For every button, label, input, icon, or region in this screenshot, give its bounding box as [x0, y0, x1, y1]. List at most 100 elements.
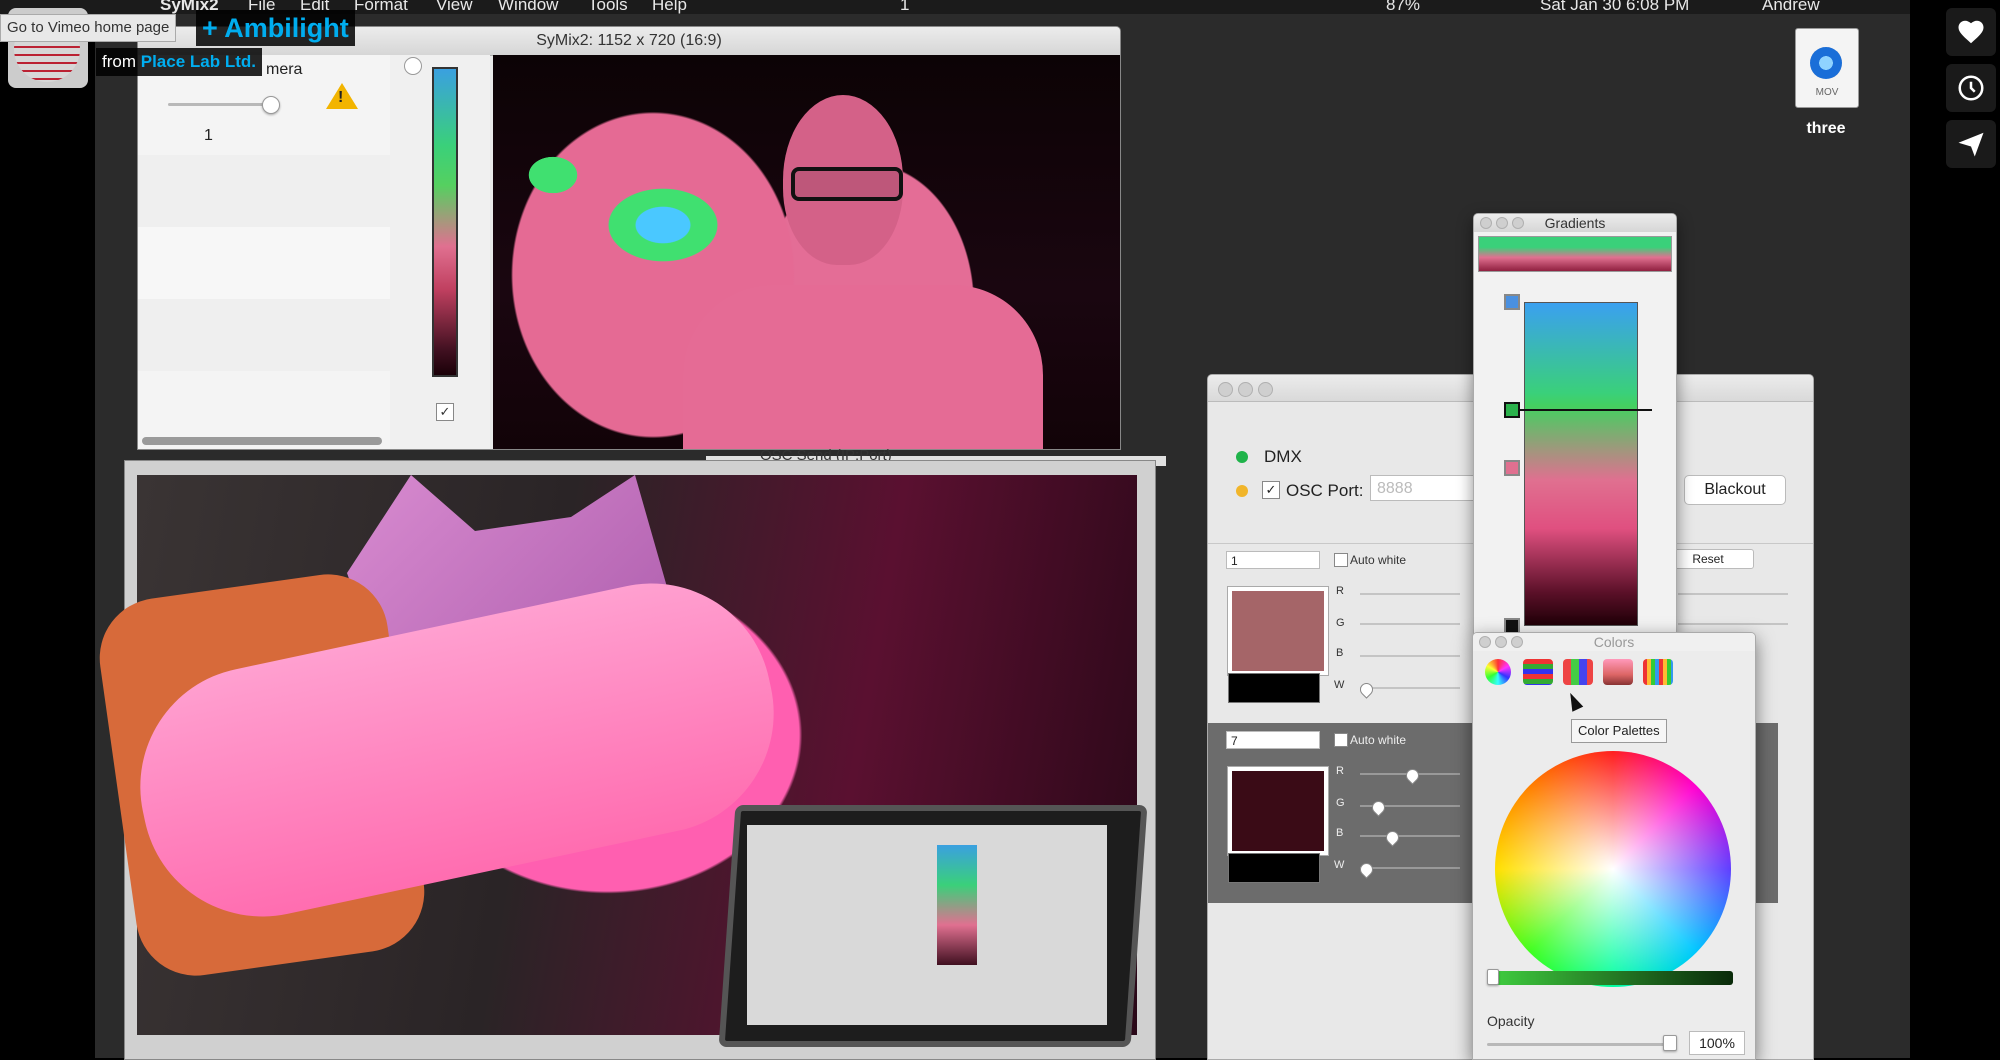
color-wheel[interactable]: [1495, 751, 1731, 987]
send-icon: [1958, 132, 1984, 157]
gradient-preview[interactable]: [1478, 236, 1672, 272]
w-slider-knob[interactable]: [1357, 860, 1376, 879]
menu-window[interactable]: Window: [498, 0, 558, 14]
menu-help[interactable]: Help: [652, 0, 687, 14]
menu-user[interactable]: Andrew: [1762, 0, 1820, 14]
gradient-editor[interactable]: [1524, 302, 1638, 626]
vimeo-home-tooltip: Go to Vimeo home page: [0, 14, 177, 42]
heart-icon: [1958, 20, 1984, 44]
symix-window: SyMix2: 1152 x 720 (16:9) mera ! 1 ✓: [137, 26, 1121, 450]
white-swatch[interactable]: [1228, 853, 1320, 883]
vertical-slider-knob[interactable]: [404, 57, 422, 75]
battery-status[interactable]: 87%: [1386, 0, 1420, 14]
osc-port-field[interactable]: 8888: [1370, 475, 1480, 501]
auto-white-checkbox[interactable]: [1334, 553, 1348, 567]
gradient-stop[interactable]: [1504, 294, 1520, 310]
video-byline: from Place Lab Ltd.: [96, 48, 262, 76]
zoom-button[interactable]: [1511, 636, 1523, 648]
image-palettes-icon[interactable]: [1603, 659, 1633, 685]
menu-tools[interactable]: Tools: [588, 0, 628, 14]
brightness-knob[interactable]: [1487, 969, 1499, 985]
w-label: W: [1334, 679, 1345, 691]
r-slider[interactable]: [1360, 593, 1460, 595]
watch-later-button[interactable]: [1946, 64, 1996, 112]
white-swatch[interactable]: [1228, 673, 1320, 703]
color-swatch[interactable]: [1227, 766, 1329, 856]
share-button[interactable]: [1946, 120, 1996, 168]
close-button[interactable]: [1480, 217, 1492, 229]
osc-checkbox[interactable]: ✓: [1262, 481, 1280, 499]
horizontal-scrollbar[interactable]: [142, 437, 382, 445]
list-row: [138, 155, 390, 227]
sync-count[interactable]: 1: [900, 0, 909, 14]
zoom-button[interactable]: [1258, 382, 1273, 397]
opacity-knob[interactable]: [1663, 1035, 1677, 1051]
camera-feed: [493, 55, 1120, 449]
list-row: [138, 227, 390, 299]
byline-prefix: from: [102, 52, 136, 71]
file-name[interactable]: three: [1790, 120, 1862, 138]
like-button[interactable]: [1946, 8, 1996, 56]
color-swatch[interactable]: [1227, 586, 1329, 676]
laptop-screen: [747, 825, 1107, 1025]
zoom-button[interactable]: [1512, 217, 1524, 229]
minimize-button[interactable]: [1495, 636, 1507, 648]
w-slider[interactable]: [1360, 867, 1460, 869]
menu-clock[interactable]: Sat Jan 30 6:08 PM: [1540, 0, 1689, 14]
menu-format[interactable]: Format: [354, 0, 408, 14]
channel-field[interactable]: 1: [1226, 551, 1320, 569]
video-title[interactable]: + Ambilight: [196, 10, 355, 46]
gradient-stop-selected[interactable]: [1504, 402, 1520, 418]
auto-white-checkbox[interactable]: [1334, 733, 1348, 747]
b-label: B: [1336, 647, 1344, 659]
gradient-checkbox[interactable]: ✓: [436, 403, 454, 421]
osc-status-dot: [1236, 485, 1248, 497]
b-label: B: [1336, 827, 1344, 839]
r-label: R: [1336, 765, 1344, 777]
settings-panel: [138, 55, 391, 449]
laptop-gradient: [937, 845, 977, 965]
gradient-bar[interactable]: [432, 67, 458, 377]
slider-value: 1: [204, 127, 213, 144]
quicktime-icon: [1810, 47, 1842, 79]
selected-stop-line: [1512, 409, 1652, 411]
g-label: G: [1336, 797, 1345, 809]
close-button[interactable]: [1218, 382, 1233, 397]
close-button[interactable]: [1479, 636, 1491, 648]
auto-white-label: Auto white: [1350, 733, 1407, 747]
brightness-slider[interactable]: [1487, 971, 1733, 985]
channel-link[interactable]: Place Lab Ltd.: [141, 52, 256, 71]
dmx-label: DMX: [1264, 447, 1302, 466]
menu-view[interactable]: View: [436, 0, 473, 14]
gradients-window: Gradients: [1473, 213, 1677, 635]
minimize-button[interactable]: [1238, 382, 1253, 397]
g-slider-knob[interactable]: [1369, 798, 1388, 817]
camera-slider-knob[interactable]: [262, 96, 280, 114]
blackout-button[interactable]: Blackout: [1684, 475, 1786, 505]
mov-file-icon[interactable]: MOV: [1795, 28, 1859, 108]
color-palettes-icon[interactable]: [1563, 659, 1593, 685]
r-slider-right[interactable]: [1678, 593, 1788, 595]
color-sliders-icon[interactable]: [1523, 659, 1553, 685]
r-slider-knob[interactable]: [1403, 766, 1422, 785]
camera-label: mera: [266, 61, 303, 78]
pencils-icon[interactable]: [1643, 659, 1673, 685]
b-slider-knob[interactable]: [1383, 828, 1402, 847]
w-label: W: [1334, 859, 1345, 871]
b-slider[interactable]: [1360, 835, 1460, 837]
person-shirt: [683, 285, 1043, 449]
warning-exclamation: !: [338, 89, 344, 106]
w-slider-knob[interactable]: [1357, 680, 1376, 699]
color-palettes-tooltip: Color Palettes: [1571, 719, 1667, 743]
b-slider[interactable]: [1360, 655, 1460, 657]
channel-field[interactable]: 7: [1226, 731, 1320, 749]
minimize-button[interactable]: [1496, 217, 1508, 229]
color-wheel-icon[interactable]: [1485, 659, 1511, 685]
g-slider-right[interactable]: [1678, 623, 1788, 625]
r-label: R: [1336, 585, 1344, 597]
opacity-slider[interactable]: [1487, 1043, 1673, 1046]
g-slider[interactable]: [1360, 623, 1460, 625]
opacity-field[interactable]: 100%: [1689, 1031, 1745, 1055]
gradient-stop[interactable]: [1504, 460, 1520, 476]
w-slider[interactable]: [1360, 687, 1460, 689]
